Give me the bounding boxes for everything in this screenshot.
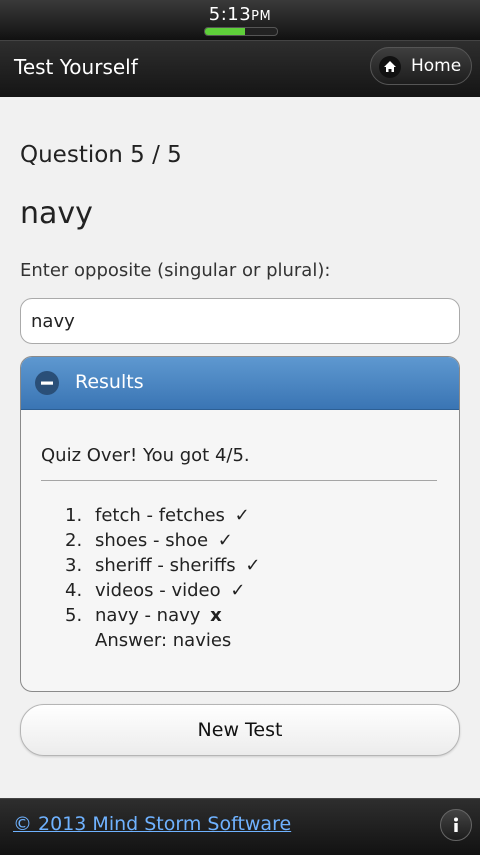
results-header[interactable]: Results xyxy=(21,357,459,410)
wrong-icon: x xyxy=(210,605,222,626)
battery-fill xyxy=(205,28,245,35)
copyright-link[interactable]: © 2013 Mind Storm Software xyxy=(13,813,291,835)
answer-input[interactable] xyxy=(20,298,460,344)
minus-circle-icon xyxy=(35,371,59,395)
home-icon xyxy=(379,56,401,78)
info-icon xyxy=(454,817,458,832)
results-panel: Results Quiz Over! You got 4/5. 1. fetch … xyxy=(20,356,460,692)
results-list: 1. fetch - fetches ✓ 2. shoes - shoe ✓ 3. s… xyxy=(65,505,260,655)
list-item: 4. videos - video ✓ xyxy=(65,580,246,601)
results-title: Results xyxy=(75,371,144,393)
quiz-word: navy xyxy=(20,196,93,231)
question-number: Question 5 / 5 xyxy=(20,142,182,168)
check-icon: ✓ xyxy=(234,505,250,526)
home-button[interactable]: Home xyxy=(370,47,472,85)
battery-indicator xyxy=(204,27,278,36)
divider xyxy=(41,480,437,481)
check-icon: ✓ xyxy=(217,530,233,551)
home-label: Home xyxy=(411,56,462,76)
check-icon: ✓ xyxy=(230,580,246,601)
list-item: 5. navy - navy x xyxy=(65,605,222,626)
info-button[interactable] xyxy=(440,809,472,841)
check-icon: ✓ xyxy=(245,555,261,576)
answer-prompt: Enter opposite (singular or plural): xyxy=(20,260,331,281)
correct-answer: Answer: navies xyxy=(95,630,232,651)
page-title: Test Yourself xyxy=(14,55,138,79)
new-test-button[interactable]: New Test xyxy=(20,704,460,756)
footer: © 2013 Mind Storm Software xyxy=(0,798,480,855)
results-summary: Quiz Over! You got 4/5. xyxy=(41,445,250,466)
status-bar: 5:13PM xyxy=(0,0,480,40)
list-item: 3. sheriff - sheriffs ✓ xyxy=(65,555,261,576)
status-time: 5:13PM xyxy=(208,4,272,25)
list-item: 1. fetch - fetches ✓ xyxy=(65,505,250,526)
list-item: 2. shoes - shoe ✓ xyxy=(65,530,233,551)
app-header: Test Yourself Home xyxy=(0,40,480,97)
